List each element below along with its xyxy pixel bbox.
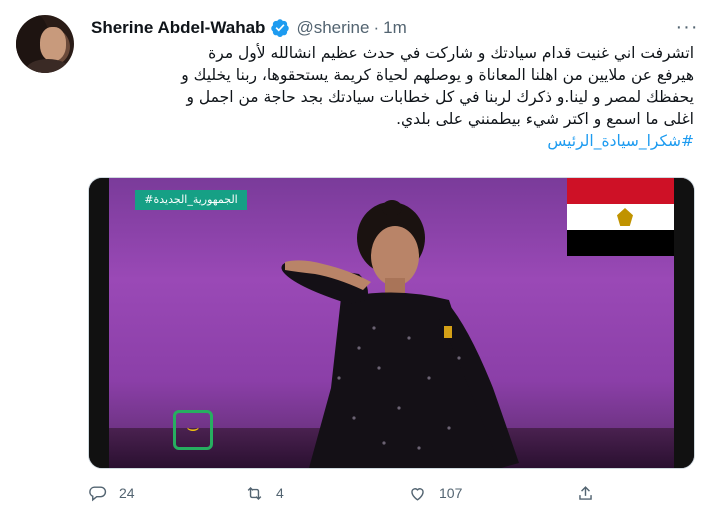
heart-icon: [411, 487, 424, 501]
tweet-text-line: هيرفع عن ملايين من اهلنا المعاناة و يوصل…: [181, 66, 694, 84]
author-handle[interactable]: @sherine: [296, 18, 369, 38]
hashtag-link[interactable]: #شكرا_سيادة_الرئيس: [92, 130, 694, 152]
tweet-media-image[interactable]: #الجمهورية_الجديدة ⌣: [88, 177, 695, 469]
tweet-header: Sherine Abdel-Wahab @sherine · 1m: [91, 16, 407, 40]
channel-logo: ⌣: [173, 410, 213, 450]
author-name[interactable]: Sherine Abdel-Wahab: [91, 18, 265, 38]
tweet-text-line: يحفظك لمصر و لينا.و ذكرك لربنا في كل خطا…: [186, 88, 694, 106]
retweet-button[interactable]: 4: [245, 480, 284, 506]
like-count: 107: [439, 485, 463, 501]
timestamp[interactable]: 1m: [383, 18, 407, 38]
avatar[interactable]: [16, 15, 74, 73]
tweet-actions: 24 4 107: [88, 480, 608, 506]
more-options-icon[interactable]: ···: [674, 14, 700, 40]
share-button[interactable]: [576, 480, 607, 506]
retweet-icon: [247, 486, 262, 500]
retweet-count: 4: [276, 485, 284, 501]
separator-dot: ·: [373, 18, 380, 37]
verified-badge-icon: [270, 18, 290, 38]
like-button[interactable]: 107: [408, 480, 462, 506]
stage-background: #الجمهورية_الجديدة ⌣: [109, 178, 684, 468]
tweet-text-line: اغلى ما اسمع و اكتر شيء بيطمنني على بلدي…: [396, 110, 694, 128]
share-icon: [579, 485, 592, 500]
reply-button[interactable]: 24: [88, 480, 135, 506]
tweet-text: اتشرفت اني غنيت قدام سيادتك و شاركت في ح…: [92, 42, 694, 152]
tweet-text-line: اتشرفت اني غنيت قدام سيادتك و شاركت في ح…: [208, 44, 694, 62]
reply-icon: [89, 485, 107, 501]
reply-count: 24: [119, 485, 135, 501]
tweet-card[interactable]: Sherine Abdel-Wahab @sherine · 1m ··· ات…: [0, 0, 710, 513]
